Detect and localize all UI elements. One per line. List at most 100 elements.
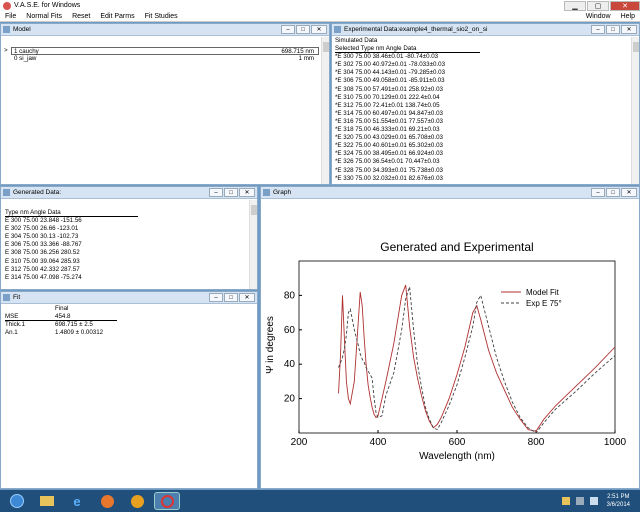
series-line-model-fit: [338, 284, 616, 432]
start-button[interactable]: [4, 492, 30, 510]
generated-scrollbar[interactable]: [249, 200, 257, 289]
graph-maximize-button[interactable]: □: [606, 188, 620, 197]
internet-explorer-icon: e: [73, 493, 81, 509]
layer-pointer: [4, 55, 11, 63]
model-scrollbar[interactable]: [321, 37, 329, 184]
experimental-close-button[interactable]: ✕: [621, 25, 637, 34]
menu-file[interactable]: File: [5, 13, 16, 20]
experimental-data-row[interactable]: *E 328 75.00 34.393±0.01 75.738±0.03: [335, 167, 639, 175]
experimental-data-row[interactable]: *E 310 75.00 70.129±0.01 222.4±0.04: [335, 94, 639, 102]
generated-data-row[interactable]: E 308 75.00 36.256 280.52: [5, 249, 257, 257]
experimental-data-row[interactable]: *E 322 75.00 40.601±0.01 65.302±0.03: [335, 142, 639, 150]
window-title: V.A.S.E. for Windows: [14, 2, 81, 9]
generated-data-panel: Generated Data: – □ ✕ Type nm Angle Data…: [0, 186, 258, 290]
experimental-data-panel: Experimental Data:example4_thermal_sio2_…: [331, 23, 640, 185]
model-layer-row[interactable]: 0 si_jaw 1 mm: [4, 55, 319, 63]
fit-panel-title: Fit: [13, 294, 21, 301]
menu-window[interactable]: Window: [586, 13, 611, 20]
generated-data-row[interactable]: E 302 75.00 26.66 -123.01: [5, 225, 257, 233]
y-tick-label: 80: [284, 290, 296, 301]
experimental-data-row[interactable]: *E 306 75.00 49.058±0.01 -85.911±0.03: [335, 77, 639, 85]
layer-name: 0 si_jaw: [14, 55, 37, 63]
experimental-data-row[interactable]: *E 330 75.00 32.032±0.01 82.676±0.03: [335, 175, 639, 183]
internet-explorer-button[interactable]: e: [64, 492, 90, 510]
fit-label: Thick.1: [5, 321, 25, 329]
graph-panel-title: Graph: [273, 189, 292, 196]
fit-row: Thick.1 698.715 ± 2.5: [5, 321, 257, 329]
system-tray: 2:51 PM 3/6/2014: [559, 493, 640, 509]
fit-results: Final MSE 454.8 Thick.1 698.715 ± 2.5 An…: [1, 304, 257, 337]
y-tick-label: 40: [284, 359, 296, 370]
menu-normal-fits[interactable]: Normal Fits: [26, 13, 62, 20]
clock-time: 2:51 PM: [607, 494, 630, 500]
minimize-button[interactable]: ▁: [564, 0, 586, 11]
experimental-data-row[interactable]: *E 308 75.00 57.491±0.01 258.92±0.03: [335, 86, 639, 94]
close-button[interactable]: ✕: [610, 0, 640, 11]
fit-label: MSE: [5, 313, 19, 321]
layer-value: 1 mm: [298, 55, 314, 63]
generated-data-row[interactable]: E 304 75.00 30.13 -102.73: [5, 233, 257, 241]
fit-maximize-button[interactable]: □: [224, 293, 238, 302]
generated-data-row[interactable]: E 310 75.00 39.064 285.93: [5, 258, 257, 266]
system-clock[interactable]: 2:51 PM 3/6/2014: [607, 493, 630, 509]
clock-date: 3/6/2014: [606, 502, 630, 508]
experimental-minimize-button[interactable]: –: [591, 25, 605, 34]
folder-icon: [40, 496, 54, 506]
layer-pointer: >: [4, 47, 8, 54]
experimental-maximize-button[interactable]: □: [606, 25, 620, 34]
plot-frame: [298, 260, 616, 434]
menu-reset[interactable]: Reset: [72, 13, 90, 20]
file-explorer-button[interactable]: [34, 492, 60, 510]
generated-data-row[interactable]: E 312 75.00 42.332 287.57: [5, 266, 257, 274]
graph-close-button[interactable]: ✕: [621, 188, 637, 197]
menu-fit-studies[interactable]: Fit Studies: [145, 13, 178, 20]
experimental-data-row[interactable]: *E 324 75.00 38.495±0.01 66.924±0.03: [335, 150, 639, 158]
generated-panel-title: Generated Data:: [13, 189, 62, 196]
experimental-window-icon: [334, 26, 341, 33]
experimental-data-row[interactable]: *E 304 75.00 44.143±0.01 -79.285±0.03: [335, 69, 639, 77]
graph-minimize-button[interactable]: –: [591, 188, 605, 197]
experimental-data-row[interactable]: *E 302 75.00 40.972±0.01 -78.033±0.03: [335, 61, 639, 69]
vase-taskbar-button[interactable]: [154, 492, 180, 510]
experimental-data-row[interactable]: *E 312 75.00 72.41±0.01 138.74±0.05: [335, 102, 639, 110]
graph-panel: Graph – □ ✕ Generated and Experimental W…: [260, 186, 640, 489]
experimental-data-row[interactable]: *E 314 75.00 60.497±0.01 94.847±0.03: [335, 110, 639, 118]
layer-selected-box[interactable]: 1 cauchy 698.715 nm: [11, 47, 319, 56]
graph-chart: Generated and Experimental Wavelength (n…: [265, 240, 627, 462]
fit-row: An.1 1.4809 ± 0.00312: [5, 329, 257, 337]
taskbar: e 2:51 PM 3/6/2014: [0, 490, 640, 512]
tray-network-icon[interactable]: [575, 497, 584, 505]
generated-minimize-button[interactable]: –: [209, 188, 223, 197]
generated-data-row[interactable]: E 314 75.00 47.098 -75.274: [5, 274, 257, 282]
experimental-data-row[interactable]: *E 318 75.00 46.333±0.01 69.21±0.03: [335, 126, 639, 134]
menu-edit-parms[interactable]: Edit Parms: [100, 13, 134, 20]
media-player-button[interactable]: [124, 492, 150, 510]
fit-minimize-button[interactable]: –: [209, 293, 223, 302]
model-maximize-button[interactable]: □: [296, 25, 310, 34]
model-minimize-button[interactable]: –: [281, 25, 295, 34]
tray-volume-icon[interactable]: [589, 497, 598, 505]
model-layer-row[interactable]: > 1 cauchy 698.715 nm: [4, 47, 319, 56]
firefox-button[interactable]: [94, 492, 120, 510]
maximize-button[interactable]: ▢: [587, 0, 609, 11]
generated-close-button[interactable]: ✕: [239, 188, 255, 197]
tray-flag-icon[interactable]: [561, 497, 570, 505]
menu-help[interactable]: Help: [621, 13, 635, 20]
experimental-data-row[interactable]: *E 300 75.00 38.46±0.01 -80.74±0.03: [335, 53, 639, 61]
x-axis-label: Wavelength (nm): [419, 451, 495, 462]
fit-window-icon: [3, 294, 10, 301]
fit-close-button[interactable]: ✕: [239, 293, 255, 302]
generated-header: Type nm Angle Data: [5, 209, 138, 218]
generated-data-row[interactable]: E 300 75.00 23.848 -151.56: [5, 217, 257, 225]
experimental-data-row[interactable]: *E 316 75.00 51.554±0.01 77.557±0.03: [335, 118, 639, 126]
experimental-data-row[interactable]: *E 320 75.00 43.029±0.01 65.708±0.03: [335, 134, 639, 142]
graph-window-icon: [263, 189, 270, 196]
generated-maximize-button[interactable]: □: [224, 188, 238, 197]
x-tick-label: 800: [528, 437, 545, 448]
title-bar: V.A.S.E. for Windows ▁ ▢ ✕: [0, 0, 640, 11]
fit-row: MSE 454.8: [5, 313, 117, 322]
generated-data-row[interactable]: E 306 75.00 33.366 -88.767: [5, 241, 257, 249]
experimental-data-row[interactable]: *E 326 75.00 36.54±0.01 70.447±0.03: [335, 158, 639, 166]
model-close-button[interactable]: ✕: [311, 25, 327, 34]
experimental-scrollbar[interactable]: [631, 37, 639, 184]
